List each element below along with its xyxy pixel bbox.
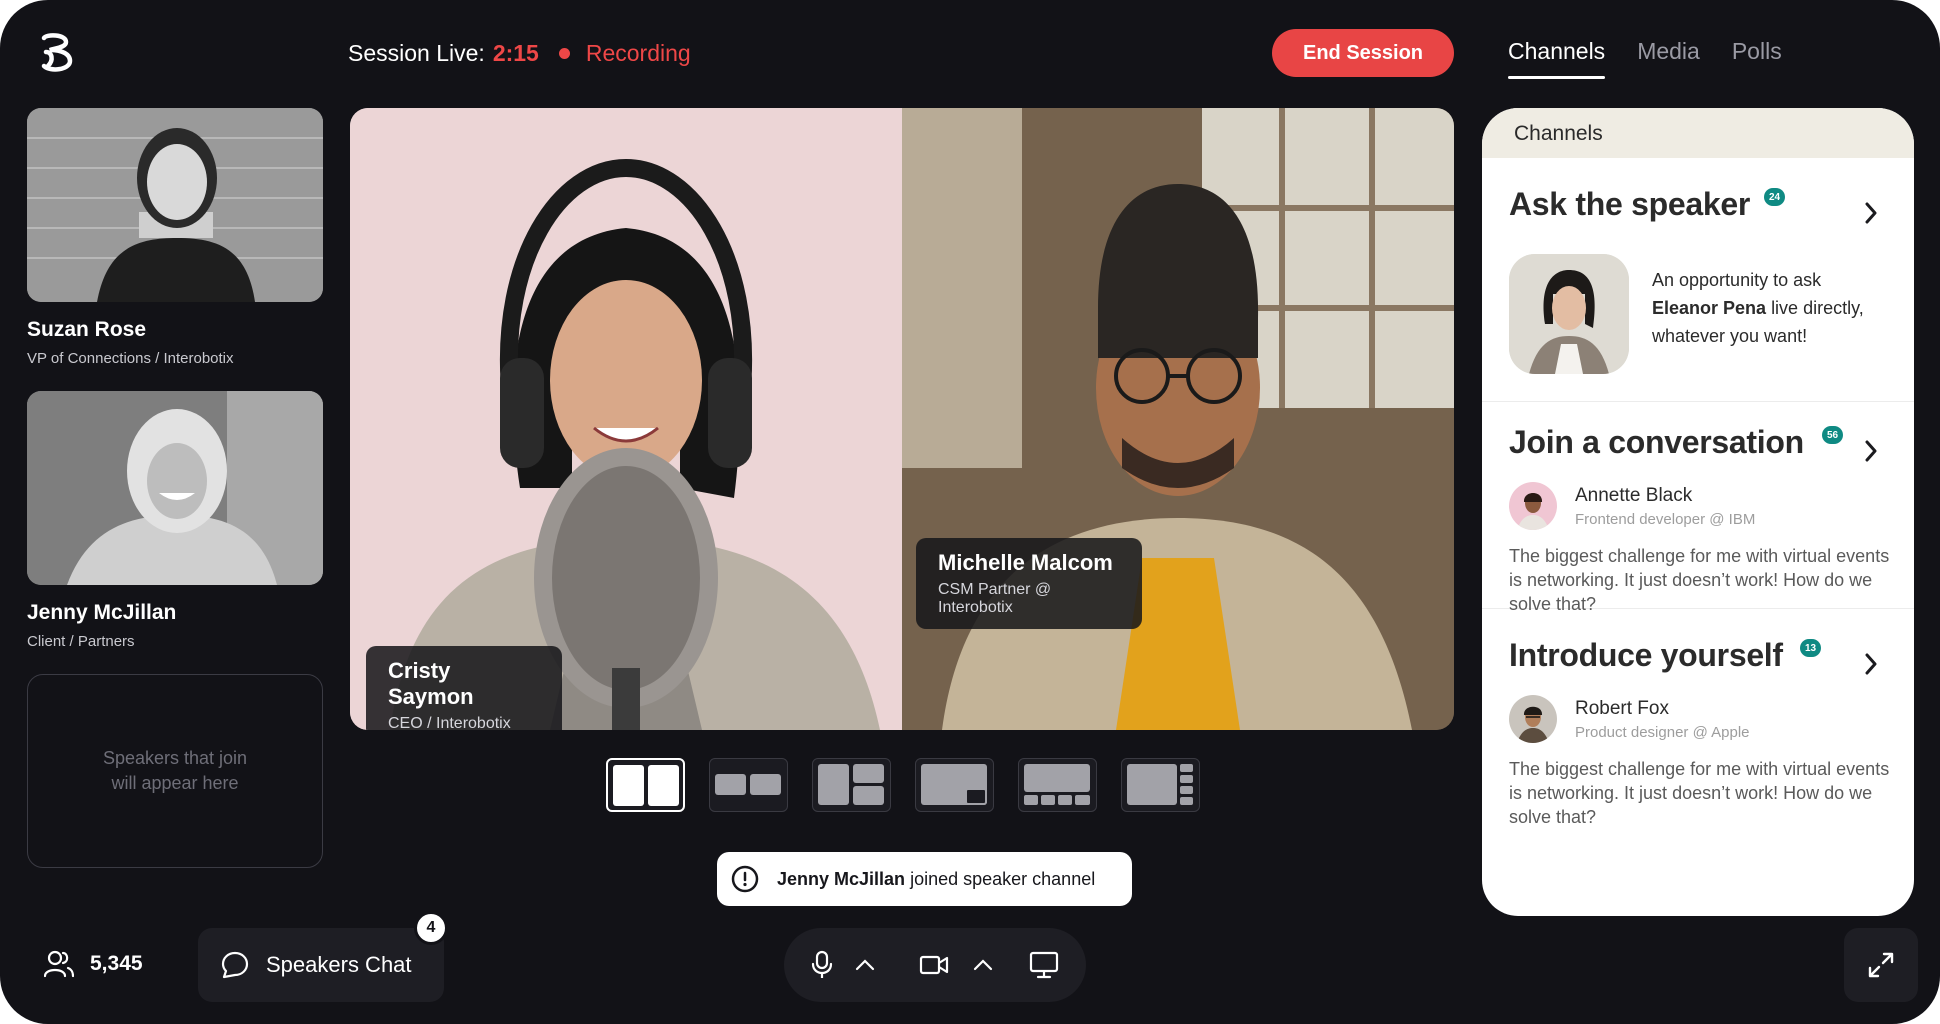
layout-grid-three-button[interactable] <box>812 758 891 812</box>
recording-label: Recording <box>585 40 691 66</box>
speaker-name: Jenny McJillan <box>27 601 177 624</box>
layout-two-up-button[interactable] <box>606 758 685 812</box>
channel-count-badge: 24 <box>1764 188 1785 206</box>
join-notification: Jenny McJillan joined speaker channel <box>717 852 1132 906</box>
channel-title: Introduce yourself <box>1509 637 1783 673</box>
speaker-card[interactable]: Jenny McJillan Client / Partners <box>27 391 323 650</box>
session-timer: 2:15 <box>492 40 539 66</box>
channel-introduce-yourself[interactable]: Introduce yourself 13 Robert Fox Product… <box>1482 609 1914 916</box>
app-window: Session Live: 2:15 Recording End Session… <box>0 0 1940 1024</box>
video-speaker-role: CSM Partner @ Interobotix <box>938 581 1052 616</box>
speaker-photo <box>27 108 323 302</box>
channel-count-badge: 13 <box>1800 639 1821 657</box>
video-nameplate: Cristy Saymon CEO / Interobotix <box>366 646 562 730</box>
camera-options-button[interactable] <box>962 928 1004 1002</box>
participant-name: Annette Black <box>1575 484 1693 506</box>
layout-pip-button[interactable] <box>915 758 994 812</box>
users-icon <box>44 950 74 978</box>
speaker-role: Client / Partners <box>27 633 135 650</box>
attendee-count[interactable]: 5,345 <box>44 950 143 978</box>
description-start: An opportunity to ask <box>1652 270 1822 290</box>
video-tile-right[interactable]: Michelle Malcom CSM Partner @ Interoboti… <box>902 108 1454 730</box>
layout-side-strip-button[interactable] <box>1121 758 1200 812</box>
recording-dot <box>558 48 570 59</box>
end-session-button[interactable]: End Session <box>1272 29 1454 77</box>
video-nameplate: Michelle Malcom CSM Partner @ Interoboti… <box>916 538 1142 629</box>
session-status: Session Live: 2:15 Recording <box>348 40 691 67</box>
channel-title: Join a conversation <box>1509 424 1804 460</box>
chat-bubble-icon <box>221 951 249 979</box>
video-speaker-name: Michelle Malcom <box>938 550 1113 575</box>
microphone-icon <box>811 950 833 978</box>
participant: Annette Black Frontend developer @ IBM <box>1509 482 1755 530</box>
tab-media[interactable]: Media <box>1637 38 1700 79</box>
panel-header: Channels <box>1482 108 1914 158</box>
tab-channels[interactable]: Channels <box>1508 38 1606 79</box>
layout-options <box>606 758 1200 812</box>
participant-avatar <box>1509 482 1557 530</box>
participant-name: Robert Fox <box>1575 697 1669 719</box>
chevron-right-icon[interactable] <box>1864 440 1878 462</box>
notification-text: joined speaker channel <box>910 868 1096 889</box>
speaker-card[interactable]: Suzan Rose VP of Connections / Interobot… <box>27 108 323 367</box>
chevron-up-icon <box>855 959 875 971</box>
microphone-button[interactable] <box>798 928 846 1002</box>
speakers-chat-button[interactable]: Speakers Chat <box>198 928 444 1002</box>
participant-role: Product designer @ Apple <box>1575 723 1750 741</box>
main-video-stage: Cristy Saymon CEO / Interobotix Michelle… <box>350 108 1454 730</box>
chevron-up-icon <box>973 959 993 971</box>
description-speaker-name: Eleanor Pena <box>1652 298 1767 318</box>
panel-tabs: Channels Media Polls <box>1508 38 1782 79</box>
chat-unread-badge: 4 <box>414 911 448 945</box>
expand-icon <box>1868 952 1894 978</box>
chevron-right-icon[interactable] <box>1864 202 1878 224</box>
speaker-placeholder: Speakers that join will appear here <box>27 674 323 868</box>
media-controls <box>784 928 1086 1002</box>
video-speaker-name: Cristy Saymon <box>388 658 474 709</box>
speaker-name: Suzan Rose <box>27 318 147 341</box>
participant: Robert Fox Product designer @ Apple <box>1509 695 1750 743</box>
monitor-icon <box>1029 951 1059 979</box>
participant-avatar <box>1509 695 1557 743</box>
chevron-right-icon[interactable] <box>1864 653 1878 675</box>
microphone-options-button[interactable] <box>844 928 886 1002</box>
speaker-avatar <box>1509 254 1629 374</box>
attendee-number: 5,345 <box>90 952 143 975</box>
info-icon <box>731 865 759 893</box>
share-screen-button[interactable] <box>1018 928 1070 1002</box>
session-label: Session Live: <box>348 40 485 66</box>
channels-panel: Channels Ask the speaker 24 An opportuni… <box>1482 108 1914 916</box>
speaker-photo <box>27 391 323 585</box>
camera-icon <box>919 955 949 975</box>
channel-title: Ask the speaker <box>1509 186 1750 222</box>
notification-name: Jenny McJillan <box>777 868 906 889</box>
speakers-chat-label: Speakers Chat <box>266 952 412 977</box>
participant-role: Frontend developer @ IBM <box>1575 510 1756 528</box>
speaker-role: VP of Connections / Interobotix <box>27 350 234 367</box>
fullscreen-button[interactable] <box>1844 928 1918 1002</box>
layout-top-strip-button[interactable] <box>1018 758 1097 812</box>
participant-quote: The biggest challenge for me with virtua… <box>1509 546 1890 614</box>
tab-polls[interactable]: Polls <box>1732 38 1782 79</box>
channel-count-badge: 56 <box>1822 426 1843 444</box>
logo-icon[interactable] <box>36 30 76 74</box>
channel-join-conversation[interactable]: Join a conversation 56 Annette Black Fro… <box>1482 402 1914 614</box>
video-tile-left[interactable]: Cristy Saymon CEO / Interobotix <box>350 108 902 730</box>
participant-quote: The biggest challenge for me with virtua… <box>1509 759 1890 827</box>
channel-ask-the-speaker[interactable]: Ask the speaker 24 An opportunity to ask… <box>1482 158 1914 402</box>
layout-two-small-button[interactable] <box>709 758 788 812</box>
camera-button[interactable] <box>908 928 960 1002</box>
video-speaker-role: CEO / Interobotix <box>388 715 511 730</box>
channel-description: An opportunity to ask Eleanor Pena live … <box>1652 266 1892 350</box>
